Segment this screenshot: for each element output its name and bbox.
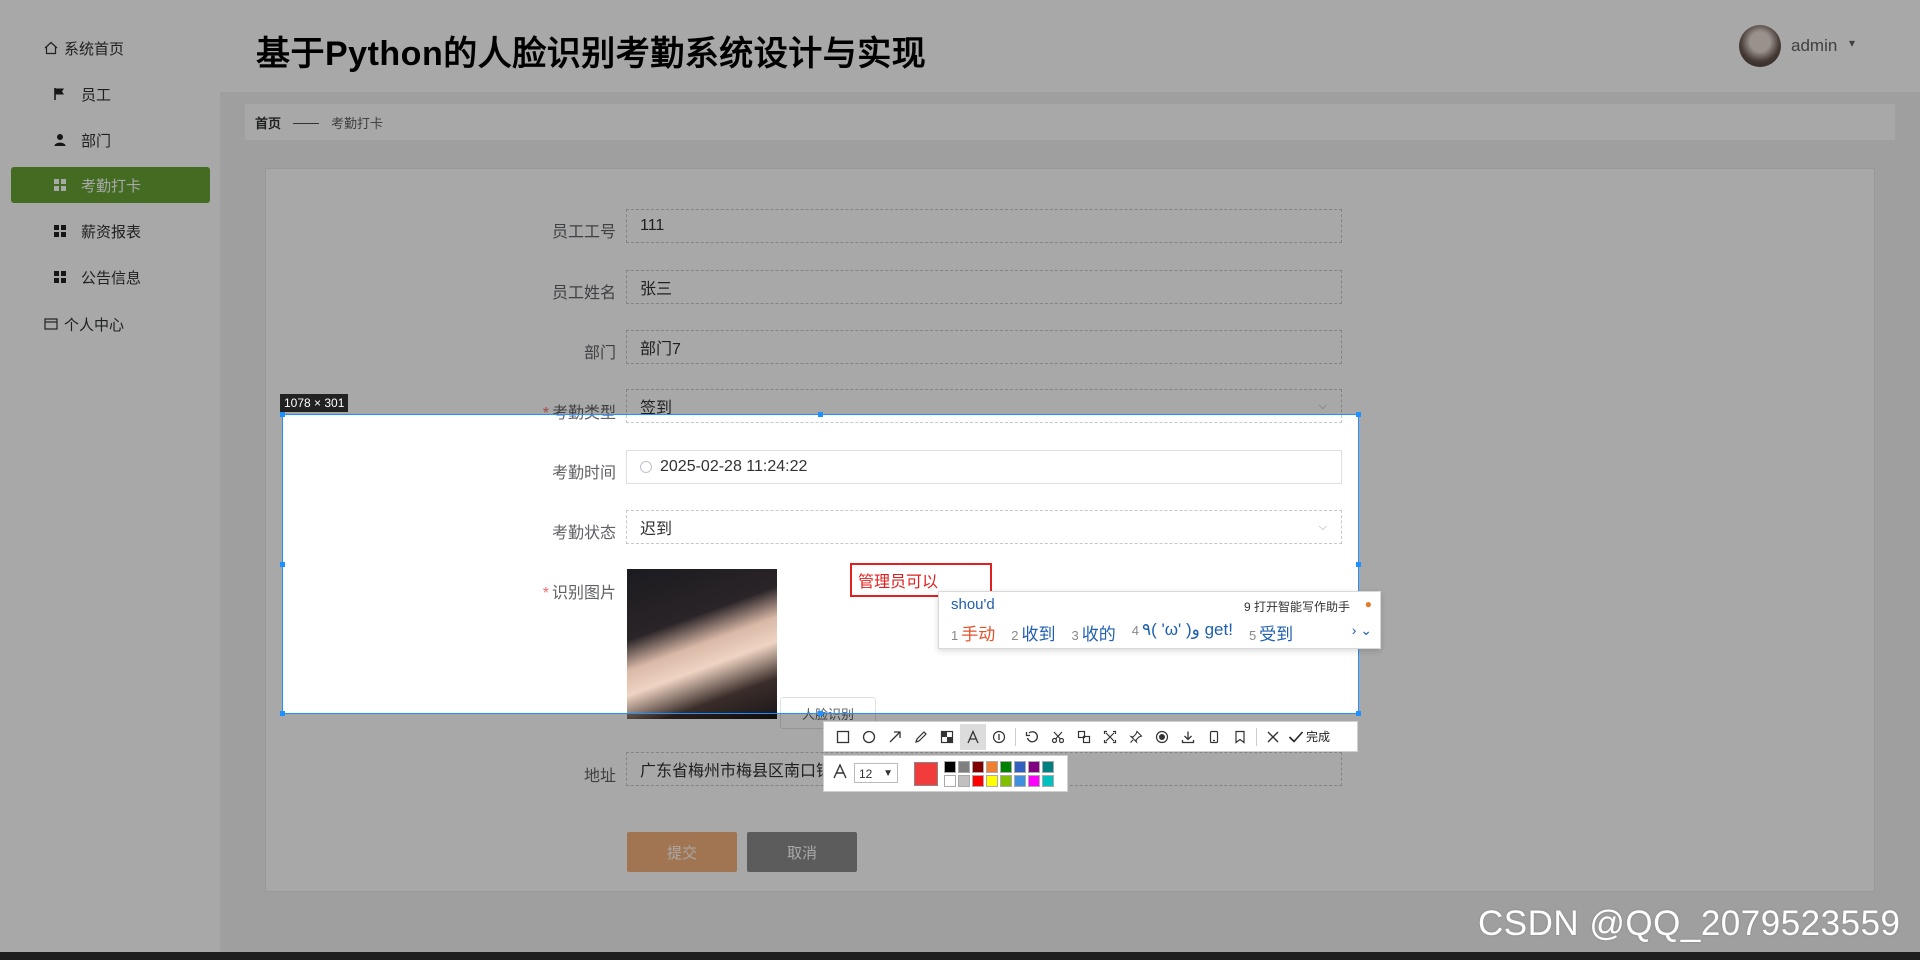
phone-icon[interactable] [1201, 724, 1227, 750]
capture-dim-right [1359, 414, 1920, 714]
toolbar-divider [1256, 727, 1257, 746]
capture-size-badge: 1078 × 301 [280, 394, 349, 412]
resize-handle[interactable] [818, 711, 823, 716]
resize-handle[interactable] [1356, 562, 1361, 567]
color-swatch[interactable] [944, 761, 956, 773]
font-size-select[interactable]: 12 ▼ [854, 763, 898, 783]
scan-icon[interactable] [1097, 724, 1123, 750]
color-swatch[interactable] [1014, 761, 1026, 773]
number-marker-icon[interactable] [986, 724, 1012, 750]
ime-candidate-window: shou'd 9 打开智能写作助手 ● 1 手动 2 收到 3 收的 4 ٩( 'ω' … [938, 591, 1381, 649]
resize-handle[interactable] [280, 711, 285, 716]
mosaic-icon[interactable] [934, 724, 960, 750]
pencil-icon[interactable] [908, 724, 934, 750]
scissors-icon[interactable] [1045, 724, 1071, 750]
chevron-down-icon: ▼ [883, 768, 893, 779]
close-icon[interactable] [1260, 724, 1286, 750]
rectangle-icon[interactable] [830, 724, 856, 750]
capture-selection[interactable] [282, 414, 1359, 714]
current-color[interactable] [914, 762, 938, 786]
color-swatch[interactable] [986, 761, 998, 773]
color-swatch[interactable] [972, 775, 984, 787]
record-icon[interactable] [1149, 724, 1175, 750]
pin-icon[interactable] [1123, 724, 1149, 750]
undo-icon[interactable] [1019, 724, 1045, 750]
resize-handle[interactable] [280, 562, 285, 567]
ime-candidates: 1 手动 2 收到 3 收的 4 ٩( 'ω' )و get! 5 受到 [951, 620, 1309, 645]
assistant-icon[interactable]: ● [1365, 597, 1372, 611]
resize-handle[interactable] [280, 412, 285, 417]
ime-candidate[interactable]: 4 ٩( 'ω' )و get! [1132, 620, 1233, 645]
watermark: CSDN @QQ_2079523559 [1478, 904, 1901, 943]
capture-dim-top [0, 0, 1920, 414]
color-swatch[interactable] [1028, 761, 1040, 773]
resize-handle[interactable] [818, 412, 823, 417]
ocr-icon[interactable] [1071, 724, 1097, 750]
ime-composition: shou'd [951, 596, 995, 613]
ime-candidate[interactable]: 2 收到 [1011, 620, 1055, 645]
check-icon [1288, 730, 1304, 743]
ime-page-nav[interactable]: › ⌄ [1352, 622, 1372, 639]
ime-candidate[interactable]: 5 受到 [1249, 620, 1293, 645]
toolbar-divider [1015, 727, 1016, 746]
font-icon [832, 763, 848, 784]
color-swatch[interactable] [958, 775, 970, 787]
taskbar-edge [0, 952, 1920, 960]
color-swatch[interactable] [1042, 775, 1054, 787]
color-swatch[interactable] [1000, 775, 1012, 787]
text-style-bar: 12 ▼ [823, 755, 1068, 792]
capture-toolbar: 完成 [823, 721, 1358, 752]
color-swatch[interactable] [986, 775, 998, 787]
color-swatch[interactable] [944, 775, 956, 787]
capture-dim-left [0, 414, 282, 714]
bookmark-icon[interactable] [1227, 724, 1253, 750]
color-swatch[interactable] [1028, 775, 1040, 787]
color-swatch[interactable] [1014, 775, 1026, 787]
resize-handle[interactable] [1356, 711, 1361, 716]
color-swatch[interactable] [972, 761, 984, 773]
color-swatch[interactable] [1042, 761, 1054, 773]
arrow-icon[interactable] [882, 724, 908, 750]
ime-assistant-hint[interactable]: 9 打开智能写作助手 [1244, 598, 1350, 615]
ime-candidate[interactable]: 1 手动 [951, 620, 995, 645]
ime-candidate[interactable]: 3 收的 [1071, 620, 1115, 645]
ellipse-icon[interactable] [856, 724, 882, 750]
color-swatch[interactable] [958, 761, 970, 773]
done-button[interactable]: 完成 [1288, 728, 1330, 745]
download-icon[interactable] [1175, 724, 1201, 750]
resize-handle[interactable] [1356, 412, 1361, 417]
text-icon[interactable] [960, 723, 986, 750]
color-swatch[interactable] [1000, 761, 1012, 773]
